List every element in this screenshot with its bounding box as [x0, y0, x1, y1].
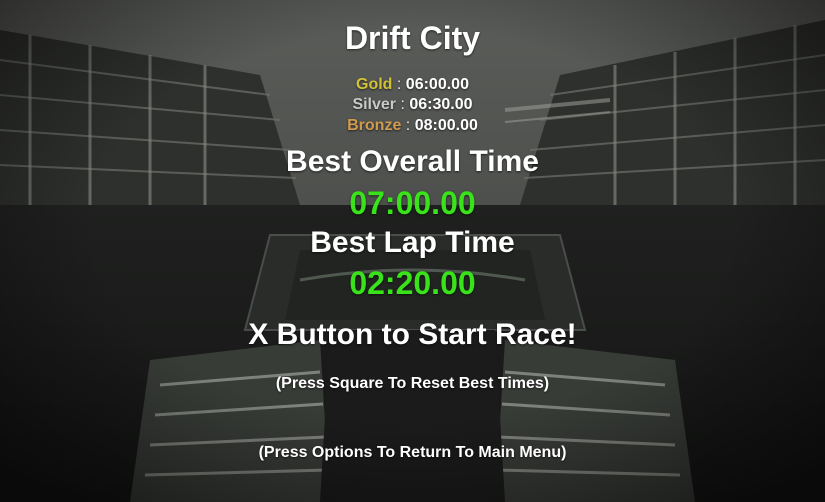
gold-separator: : [392, 76, 406, 93]
silver-time: 06:30.00 [409, 96, 473, 113]
gold-time: 06:00.00 [405, 76, 469, 93]
bronze-separator: : [401, 117, 415, 134]
gold-medal-target: Gold : 06:00.00 [0, 76, 825, 94]
return-to-main-menu-hint[interactable]: (Press Options To Return To Main Menu) [0, 444, 825, 462]
bronze-medal-target: Bronze : 08:00.00 [0, 117, 825, 135]
best-overall-time-label: Best Overall Time [286, 145, 539, 178]
bronze-time: 08:00.00 [414, 117, 478, 134]
race-start-menu: Drift City Gold : 06:00.00 Silver : 06:3… [0, 0, 825, 502]
track-name-title: Drift City [344, 20, 481, 56]
silver-medal-target: Silver : 06:30.00 [0, 96, 825, 114]
gold-label: Gold [356, 76, 393, 93]
start-race-prompt[interactable]: X Button to Start Race! [0, 318, 825, 352]
best-lap-time-value: 02:20.00 [349, 265, 476, 301]
silver-separator: : [396, 96, 410, 113]
bronze-label: Bronze [347, 117, 402, 134]
reset-best-times-hint[interactable]: (Press Square To Reset Best Times) [0, 375, 825, 393]
silver-label: Silver [352, 96, 397, 113]
best-lap-time-label: Best Lap Time [310, 226, 515, 259]
best-overall-time-value: 07:00.00 [349, 185, 476, 221]
